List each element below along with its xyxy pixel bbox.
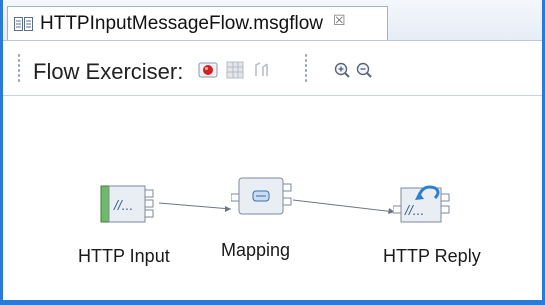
editor-bottom-border [0,300,545,305]
svg-text://...: //... [404,202,424,218]
editor-tab-strip: HTTPInputMessageFlow.msgflow ☒ [3,0,542,41]
http-input-node-icon: //... [100,185,154,223]
http-reply-node[interactable]: //... [392,182,459,226]
flow-toolbar: Flow Exerciser: [3,41,542,96]
record-icon[interactable] [198,61,220,79]
http-input-node[interactable]: //... [99,182,161,226]
flow-exerciser-label: Flow Exerciser: [33,59,184,84]
tab-title: HTTPInputMessageFlow.msgflow [40,12,323,34]
zoom-out-icon[interactable] [355,61,377,79]
http-reply-node-icon: //... [392,185,450,223]
grid-icon[interactable] [225,61,247,79]
editor-tab[interactable]: HTTPInputMessageFlow.msgflow ☒ [7,6,388,40]
node-label-http-input: HTTP Input [78,246,170,266]
path-icon[interactable] [253,61,275,79]
connection-input-to-mapping[interactable] [158,202,232,212]
close-icon[interactable]: ☒ [333,12,346,29]
toolbar-grip[interactable] [17,53,21,83]
node-label-mapping: Mapping [221,240,291,260]
connection-mapping-to-reply[interactable] [292,199,396,214]
message-flow-file-icon [14,16,34,31]
mapping-node[interactable] [230,176,297,220]
editor-frame: HTTPInputMessageFlow.msgflow ☒ Flow Exer… [0,0,545,305]
toolbar-grip-2[interactable] [304,53,308,83]
mapping-node-icon [230,177,292,215]
svg-text://...: //... [113,197,133,213]
node-label-http-reply: HTTP Reply [383,246,481,266]
zoom-in-icon[interactable] [333,61,355,79]
flow-canvas[interactable]: //... HTTP Input Mapping //... HTTP Repl… [3,96,542,305]
